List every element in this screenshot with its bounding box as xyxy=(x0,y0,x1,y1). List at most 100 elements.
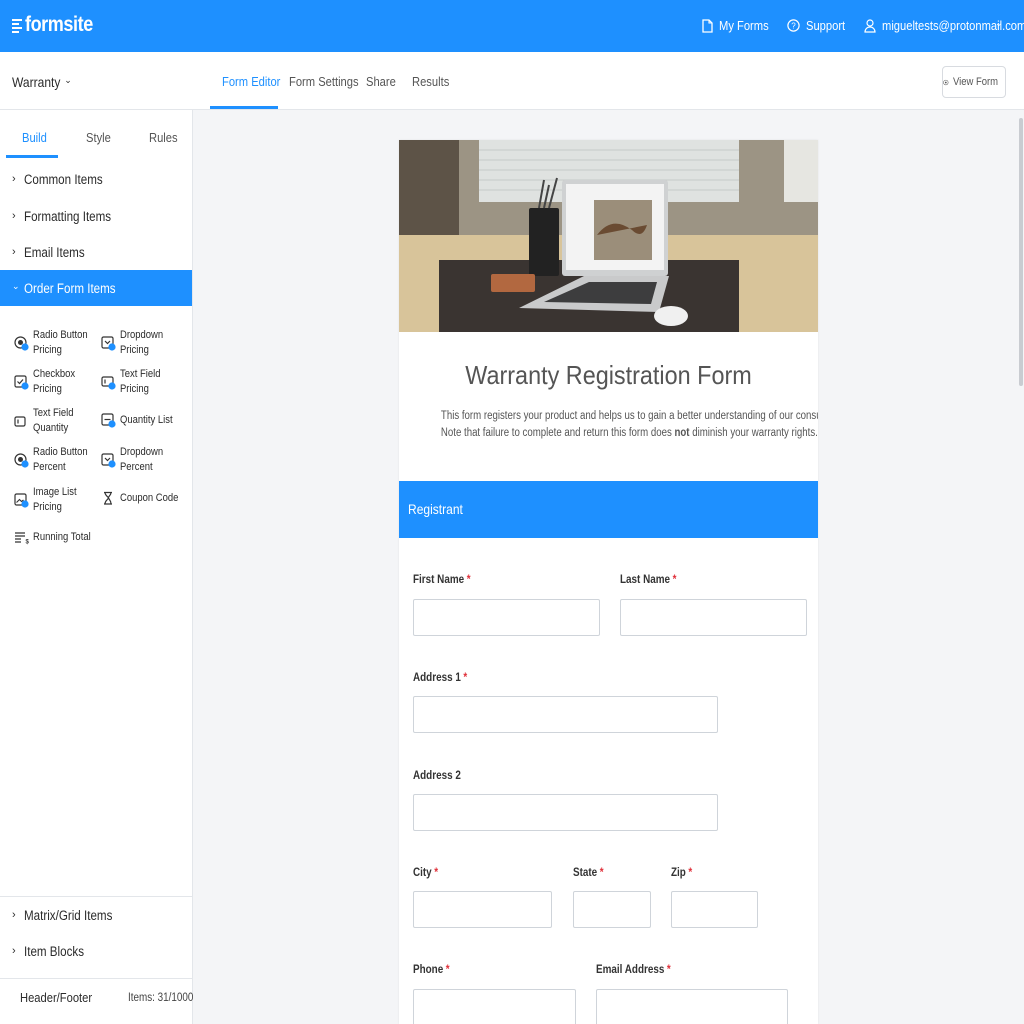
item-label-line1: Image List xyxy=(33,486,77,498)
support-link[interactable]: ? Support xyxy=(787,18,852,33)
textfield-quantity-icon xyxy=(14,415,26,427)
required-marker: * xyxy=(466,574,471,586)
item-text-field-pricing[interactable]: Text Field Pricing xyxy=(101,367,167,397)
chevron-right-icon: › xyxy=(12,909,16,921)
section-email-items[interactable]: › Email Items xyxy=(0,234,192,270)
email-address-field[interactable] xyxy=(596,989,788,1024)
item-label-line1: Quantity List xyxy=(120,414,173,426)
item-label-line1: Coupon Code xyxy=(120,492,179,504)
tab-share[interactable]: Share xyxy=(366,74,396,89)
formsite-logo[interactable]: formsite xyxy=(12,13,104,37)
item-label-line2: Pricing xyxy=(120,383,149,395)
item-radio-button-pricing[interactable]: Radio Button Pricing xyxy=(14,328,97,358)
support-label: Support xyxy=(806,18,846,33)
required-marker: * xyxy=(463,672,468,684)
section-label: Formatting Items xyxy=(24,208,112,224)
item-label-line2: Pricing xyxy=(33,344,62,356)
tab-build[interactable]: Build xyxy=(22,130,47,145)
item-label-line2: Pricing xyxy=(120,344,149,356)
label-text: Last Name xyxy=(620,574,671,586)
state-field[interactable] xyxy=(573,891,651,928)
item-label-line2: Pricing xyxy=(33,501,62,513)
item-radio-button-percent[interactable]: Radio Button Percent xyxy=(14,445,97,475)
view-form-button[interactable]: View Form xyxy=(942,66,1006,98)
address-1-label: Address 1 * xyxy=(413,672,476,684)
first-name-field[interactable] xyxy=(413,599,600,636)
item-label-line1: Text Field xyxy=(120,368,161,380)
address-1-field[interactable] xyxy=(413,696,718,733)
section-item-blocks[interactable]: › Item Blocks xyxy=(0,933,192,969)
laptop-desk-image[interactable] xyxy=(399,140,818,332)
chevron-right-icon: › xyxy=(12,210,16,222)
svg-text:$: $ xyxy=(26,540,30,546)
image-list-pricing-icon xyxy=(14,492,29,508)
label-text: State xyxy=(573,867,598,879)
chevron-down-icon: ⌄ xyxy=(64,75,72,85)
required-marker: * xyxy=(672,574,677,586)
label-text: First Name xyxy=(413,574,465,586)
state-label: State * xyxy=(573,867,609,879)
form-preview: Warranty Registration Form This form reg… xyxy=(399,140,818,1024)
item-running-total[interactable]: $ Running Total xyxy=(14,530,100,545)
item-quantity-list[interactable]: Quantity List xyxy=(101,413,181,428)
last-name-label: Last Name * xyxy=(620,574,686,586)
form-selector[interactable]: Warranty ⌄ xyxy=(12,74,72,90)
top-bar: formsite My Forms ? Support migueltests@… xyxy=(0,0,1024,52)
section-label: Common Items xyxy=(24,171,103,187)
section-label: Email Items xyxy=(24,244,85,260)
section-order-form-items[interactable]: ⌄ Order Form Items xyxy=(0,270,192,306)
tab-style[interactable]: Style xyxy=(86,130,111,145)
item-text-field-quantity[interactable]: Text Field Quantity xyxy=(14,406,80,436)
checkbox-pricing-icon xyxy=(14,374,29,390)
item-label-line1: Dropdown xyxy=(120,329,164,341)
eye-icon xyxy=(943,79,949,85)
form-title[interactable]: Warranty Registration Form xyxy=(420,360,797,391)
required-marker: * xyxy=(688,867,693,879)
description-line-2: Note that failure to complete and return… xyxy=(441,425,818,442)
phone-field[interactable] xyxy=(413,989,576,1024)
my-forms-link[interactable]: My Forms xyxy=(702,18,777,33)
view-form-label: View Form xyxy=(952,76,998,88)
section-heading-registrant[interactable]: Registrant xyxy=(399,481,818,538)
item-label-line1: Radio Button xyxy=(33,329,88,341)
header-footer-link[interactable]: Header/Footer xyxy=(20,990,92,1005)
item-dropdown-pricing[interactable]: Dropdown Pricing xyxy=(101,328,170,358)
active-tab-indicator xyxy=(6,155,58,158)
tab-form-settings[interactable]: Form Settings xyxy=(289,74,359,89)
coupon-code-icon xyxy=(104,491,112,505)
item-label-line2: Percent xyxy=(120,461,153,473)
section-formatting-items[interactable]: › Formatting Items xyxy=(0,198,192,234)
item-image-list-pricing[interactable]: Image List Pricing xyxy=(14,485,84,515)
chevron-right-icon: › xyxy=(12,945,16,957)
item-label-line2: Pricing xyxy=(33,383,62,395)
item-checkbox-pricing[interactable]: Checkbox Pricing xyxy=(14,367,82,397)
last-name-field[interactable] xyxy=(620,599,807,636)
editor-nav: Warranty ⌄ Form Editor Form Settings Sha… xyxy=(0,52,1024,110)
items-count: Items: 31/1000 xyxy=(128,992,194,1004)
description-text: diminish your warranty rights. xyxy=(689,427,818,439)
item-label-line1: Checkbox xyxy=(33,368,76,380)
section-common-items[interactable]: › Common Items xyxy=(0,161,192,197)
scrollbar[interactable] xyxy=(1019,118,1023,386)
user-email: migueltests@protonmail.com xyxy=(882,18,1024,33)
textfield-pricing-icon xyxy=(101,375,116,390)
item-dropdown-percent[interactable]: Dropdown Percent xyxy=(101,445,170,475)
brand-name: formsite xyxy=(25,13,93,36)
zip-field[interactable] xyxy=(671,891,758,928)
logo-mark-icon xyxy=(12,18,22,33)
running-total-icon: $ xyxy=(15,532,30,546)
section-matrix-grid-items[interactable]: › Matrix/Grid Items xyxy=(0,897,192,933)
tab-results[interactable]: Results xyxy=(412,74,449,89)
form-description[interactable]: This form registers your product and hel… xyxy=(409,408,818,442)
item-coupon-code[interactable]: Coupon Code xyxy=(101,491,188,506)
document-icon xyxy=(702,18,713,33)
divider xyxy=(0,978,192,979)
user-menu[interactable]: migueltests@protonmail.com ⌄ xyxy=(864,18,1024,33)
help-circle-icon: ? xyxy=(787,19,800,32)
address-2-field[interactable] xyxy=(413,794,718,831)
label-text: Email Address xyxy=(596,964,665,976)
city-field[interactable] xyxy=(413,891,552,928)
tab-rules[interactable]: Rules xyxy=(149,130,178,145)
label-text: Zip xyxy=(671,867,686,879)
tab-form-editor[interactable]: Form Editor xyxy=(222,74,280,89)
